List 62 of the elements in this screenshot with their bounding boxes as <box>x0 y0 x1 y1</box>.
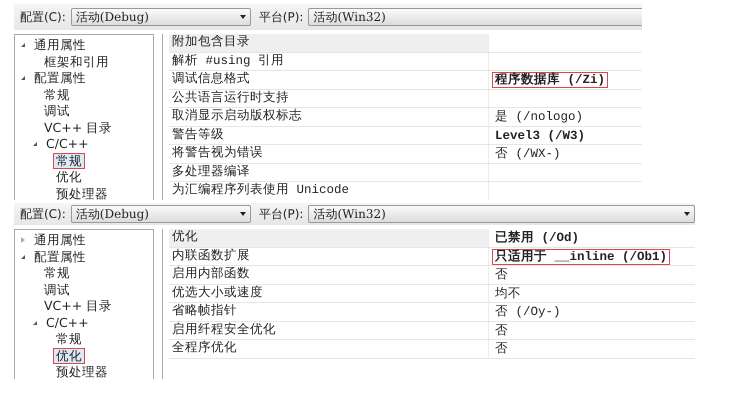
platform-dropdown[interactable]: 活动(Win32) <box>308 205 695 223</box>
property-name[interactable]: 取消显示启动版权标志 <box>169 108 489 126</box>
property-name[interactable]: 将警告视为错误 <box>169 145 489 162</box>
tree-item[interactable]: VC++ 目录 <box>41 120 116 136</box>
property-name[interactable]: 全程序优化 <box>169 340 489 358</box>
property-name[interactable]: 启用纤程安全优化 <box>169 322 489 339</box>
property-value: 否 (/WX-) <box>494 146 562 162</box>
tree-item[interactable]: 常规 <box>53 152 85 169</box>
property-value: 否 (/Oy-) <box>494 304 562 320</box>
tree-item[interactable]: 调试 <box>41 103 73 120</box>
tree-item[interactable]: 常规 <box>53 331 85 348</box>
expanded-triangle-icon[interactable] <box>33 320 37 325</box>
tree-item[interactable]: 框架和引用 <box>41 54 112 70</box>
tree-item[interactable]: 预处理器 <box>53 364 111 379</box>
property-name[interactable]: 省略帧指针 <box>169 303 489 320</box>
property-name[interactable]: 警告等级 <box>169 126 489 144</box>
expanded-triangle-icon[interactable] <box>21 254 25 259</box>
property-value: Level3 (/W3) <box>494 128 586 144</box>
property-value: 均不 <box>494 286 522 302</box>
expanded-triangle-icon[interactable] <box>21 76 25 80</box>
property-name[interactable]: 为汇编程序列表使用 Unicode <box>169 182 489 200</box>
caret-icon <box>684 212 690 216</box>
property-name[interactable]: 优选大小或速度 <box>169 284 489 302</box>
tree-item[interactable]: 优化 <box>53 348 85 364</box>
property-name[interactable]: 优化 <box>169 229 489 246</box>
tree-item[interactable]: C/C++ <box>43 314 92 331</box>
config-dropdown[interactable]: 活动(Debug) <box>70 205 251 223</box>
tree-item[interactable]: 常规 <box>41 265 73 282</box>
property-value: 程序数据库 (/Zi) <box>492 72 608 88</box>
tree-item[interactable]: 通用属性 <box>31 37 89 54</box>
property-value: 只适用于 __inline (/Ob1) <box>492 248 670 264</box>
property-name[interactable]: 内联函数扩展 <box>169 248 489 265</box>
tree-item[interactable]: VC++ 目录 <box>41 298 116 314</box>
tree-item[interactable]: 通用属性 <box>31 232 89 248</box>
tree-item[interactable]: 预处理器 <box>53 186 111 200</box>
property-value: 否 <box>494 322 509 338</box>
property-name[interactable]: 启用内部函数 <box>169 266 489 284</box>
expanded-triangle-icon[interactable] <box>33 142 37 146</box>
caret-icon <box>240 15 246 19</box>
platform-dropdown[interactable]: 活动(Win32) <box>308 8 642 26</box>
tree-item[interactable]: 配置属性 <box>31 248 89 265</box>
platform-label: 平台(P): <box>258 206 304 222</box>
tree-item[interactable]: 常规 <box>41 86 73 103</box>
tree-item[interactable]: C/C++ <box>43 136 92 152</box>
property-name[interactable]: 附加包含目录 <box>169 34 489 52</box>
property-value: 已禁用 (/Od) <box>494 230 580 246</box>
property-name[interactable]: 解析 #using 引用 <box>169 52 489 70</box>
caret-icon <box>240 212 246 216</box>
tree-item[interactable]: 优化 <box>53 169 85 186</box>
property-value: 否 <box>494 341 509 357</box>
property-name[interactable]: 多处理器编译 <box>169 164 489 181</box>
expanded-triangle-icon[interactable] <box>21 43 25 48</box>
property-name[interactable]: 调试信息格式 <box>169 71 489 88</box>
config-label: 配置(C): <box>20 8 66 26</box>
property-value: 是 (/nologo) <box>494 109 584 125</box>
config-label: 配置(C): <box>20 206 66 222</box>
property-name[interactable]: 公共语言运行时支持 <box>169 90 489 107</box>
tree-item[interactable]: 调试 <box>41 282 73 298</box>
tree-item[interactable]: 配置属性 <box>31 70 89 86</box>
property-value: 否 <box>494 267 509 283</box>
platform-label: 平台(P): <box>258 8 304 26</box>
config-dropdown[interactable]: 活动(Debug) <box>70 8 251 26</box>
